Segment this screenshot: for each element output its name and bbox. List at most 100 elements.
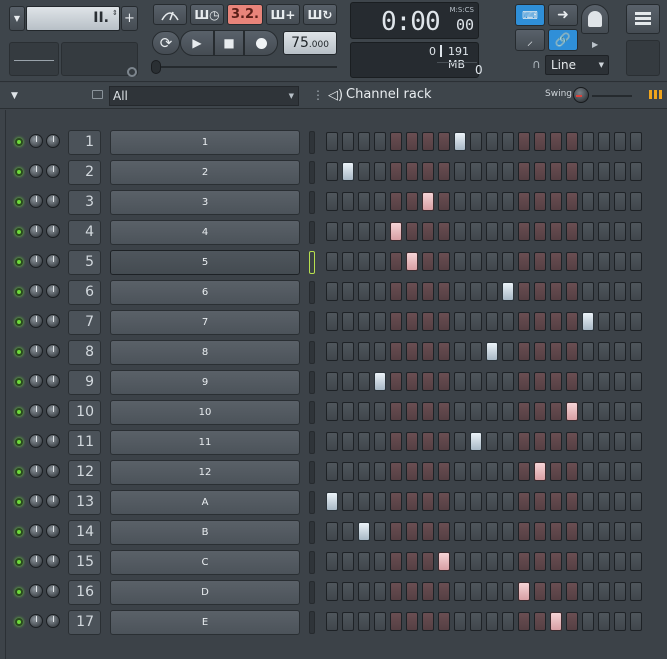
- step-button[interactable]: [614, 252, 626, 271]
- channel-select-indicator[interactable]: [309, 311, 315, 334]
- step-button[interactable]: [470, 252, 482, 271]
- typing-keyboard-icon[interactable]: ⌨: [515, 4, 545, 26]
- step-button[interactable]: [342, 282, 354, 301]
- step-button[interactable]: [470, 522, 482, 541]
- step-button[interactable]: [566, 192, 578, 211]
- step-button[interactable]: [630, 582, 642, 601]
- step-button[interactable]: [422, 552, 434, 571]
- step-button[interactable]: [550, 312, 562, 331]
- step-button[interactable]: [422, 582, 434, 601]
- step-button[interactable]: [438, 582, 450, 601]
- step-sequencer-view-icon[interactable]: [649, 90, 663, 99]
- step-button[interactable]: [566, 492, 578, 511]
- step-button[interactable]: [374, 282, 386, 301]
- step-button[interactable]: [534, 222, 546, 241]
- step-button[interactable]: [614, 342, 626, 361]
- step-button[interactable]: [470, 162, 482, 181]
- step-button[interactable]: [422, 312, 434, 331]
- channel-volume-knob[interactable]: [46, 224, 60, 238]
- step-button[interactable]: [630, 402, 642, 421]
- step-button[interactable]: [582, 132, 594, 151]
- step-button[interactable]: [422, 492, 434, 511]
- step-button[interactable]: [342, 252, 354, 271]
- channel-mute-led[interactable]: [15, 438, 23, 446]
- link-chain-icon[interactable]: 🔗: [548, 29, 578, 51]
- step-button[interactable]: [534, 492, 546, 511]
- step-button[interactable]: [342, 342, 354, 361]
- step-button[interactable]: [390, 282, 402, 301]
- step-button[interactable]: [390, 492, 402, 511]
- channel-select-indicator[interactable]: [309, 341, 315, 364]
- step-button[interactable]: [454, 402, 466, 421]
- step-button[interactable]: [342, 132, 354, 151]
- channel-mute-led[interactable]: [15, 408, 23, 416]
- step-button[interactable]: [598, 162, 610, 181]
- step-button[interactable]: [614, 282, 626, 301]
- step-button-on[interactable]: [438, 552, 450, 571]
- step-button[interactable]: [342, 522, 354, 541]
- step-button[interactable]: [390, 522, 402, 541]
- step-button[interactable]: [630, 252, 642, 271]
- channel-name-button[interactable]: E: [110, 610, 300, 635]
- step-button[interactable]: [582, 372, 594, 391]
- step-button-on[interactable]: [374, 372, 386, 391]
- pattern-menu-arrow-icon[interactable]: ▼: [9, 6, 25, 31]
- step-button[interactable]: [582, 252, 594, 271]
- channel-select-indicator[interactable]: [309, 371, 315, 394]
- step-button[interactable]: [406, 432, 418, 451]
- step-button[interactable]: [614, 192, 626, 211]
- step-button[interactable]: [454, 282, 466, 301]
- step-button[interactable]: [614, 492, 626, 511]
- step-button[interactable]: [406, 552, 418, 571]
- step-button[interactable]: [422, 402, 434, 421]
- step-button[interactable]: [566, 312, 578, 331]
- channel-mute-led[interactable]: [15, 348, 23, 356]
- step-button[interactable]: [406, 372, 418, 391]
- channel-pan-knob[interactable]: [29, 344, 43, 358]
- step-button[interactable]: [518, 462, 530, 481]
- step-button[interactable]: [342, 402, 354, 421]
- channel-pan-knob[interactable]: [29, 224, 43, 238]
- channel-select-indicator[interactable]: [309, 221, 315, 244]
- step-button[interactable]: [454, 582, 466, 601]
- step-button[interactable]: [518, 372, 530, 391]
- step-button[interactable]: [422, 342, 434, 361]
- step-button[interactable]: [582, 612, 594, 631]
- step-button[interactable]: [406, 462, 418, 481]
- step-button[interactable]: [438, 162, 450, 181]
- channel-volume-knob[interactable]: [46, 134, 60, 148]
- step-button[interactable]: [614, 222, 626, 241]
- step-button[interactable]: [358, 312, 370, 331]
- step-button[interactable]: [566, 612, 578, 631]
- step-button[interactable]: [614, 162, 626, 181]
- add-pattern-button[interactable]: +: [121, 6, 138, 31]
- step-button[interactable]: [406, 162, 418, 181]
- channel-select-indicator[interactable]: [309, 551, 315, 574]
- step-button[interactable]: [342, 192, 354, 211]
- step-button[interactable]: [582, 522, 594, 541]
- step-button[interactable]: [582, 432, 594, 451]
- channel-name-button[interactable]: 4: [110, 220, 300, 245]
- step-button[interactable]: [534, 402, 546, 421]
- step-button[interactable]: [358, 282, 370, 301]
- step-button[interactable]: [422, 222, 434, 241]
- step-button[interactable]: [614, 402, 626, 421]
- step-button[interactable]: [470, 222, 482, 241]
- arrow-right-icon[interactable]: ➜: [548, 4, 578, 26]
- step-button[interactable]: [598, 342, 610, 361]
- drag-handle-icon[interactable]: ⋮: [312, 88, 324, 102]
- step-button[interactable]: [486, 612, 498, 631]
- channel-mixer-track[interactable]: 7: [68, 310, 101, 335]
- channel-volume-knob[interactable]: [46, 284, 60, 298]
- step-button[interactable]: [534, 552, 546, 571]
- channel-mixer-track[interactable]: 1: [68, 130, 101, 155]
- step-button[interactable]: [502, 132, 514, 151]
- channel-pan-knob[interactable]: [29, 614, 43, 628]
- step-button[interactable]: [342, 372, 354, 391]
- step-button[interactable]: [470, 582, 482, 601]
- step-button[interactable]: [390, 582, 402, 601]
- channel-select-indicator[interactable]: [309, 461, 315, 484]
- step-button[interactable]: [550, 432, 562, 451]
- step-button[interactable]: [518, 282, 530, 301]
- step-button[interactable]: [374, 252, 386, 271]
